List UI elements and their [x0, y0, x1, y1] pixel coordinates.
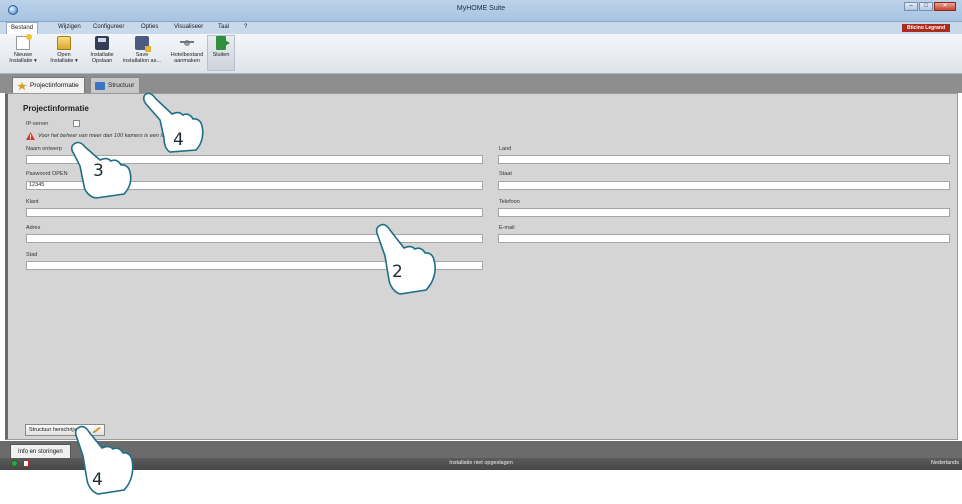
menu-opties[interactable]: Opties: [141, 24, 158, 30]
ip-server-label: IP-server: [26, 121, 49, 127]
exit-icon: [216, 36, 230, 50]
hotel-file-icon: [180, 36, 194, 50]
callout-hand-icon: [74, 425, 134, 495]
land-input[interactable]: [498, 155, 950, 164]
open-installation-button[interactable]: Open Installatie ▾: [44, 36, 84, 64]
label-telefoon: Telefoon: [499, 199, 520, 205]
star-icon: [17, 82, 27, 90]
label-klant: Klant: [26, 199, 39, 205]
section-title: Projectinformatie: [23, 104, 89, 113]
brand-logo: Bticino Legrand: [902, 24, 950, 32]
language-indicator: Nederlands: [930, 460, 959, 466]
status-bar: Installatie niet opgeslagen Nederlands: [0, 458, 962, 470]
save-as-button[interactable]: Save installation as...: [118, 36, 166, 64]
label-paswoord-open: Paswoord OPEN: [26, 171, 68, 177]
save-as-icon: [135, 36, 151, 52]
ribbon-toolbar: Nieuwe Installatie ▾ Open Installatie ▾ …: [0, 34, 962, 74]
callout-hand-icon: [375, 223, 436, 295]
label-adres: Adres: [26, 225, 41, 231]
window-title: MyHOME Suite: [456, 5, 506, 12]
tab-info-en-storingen[interactable]: Info en storingen: [10, 444, 71, 458]
label-stad: Stad: [26, 252, 38, 258]
new-installation-button[interactable]: Nieuwe Installatie ▾: [4, 34, 42, 64]
label-email: E-mail: [499, 225, 515, 231]
structure-icon: [95, 82, 105, 90]
tab-projectinformatie[interactable]: Projectinformatie: [12, 77, 85, 93]
maximize-button[interactable]: □: [919, 2, 933, 11]
menu-bestand[interactable]: Bestand: [6, 22, 39, 34]
close-button[interactable]: ✕: [934, 2, 956, 11]
callout-number: 3: [93, 161, 104, 181]
menu-visualiseer[interactable]: Visualiseer: [174, 24, 203, 30]
label-naam-ontwerp: Naam ontwerp: [26, 146, 62, 152]
open-folder-icon: [57, 36, 71, 50]
klant-input[interactable]: [26, 208, 483, 217]
menu-taal[interactable]: Taal: [218, 24, 229, 30]
exit-button[interactable]: Sluiten: [207, 36, 235, 58]
tab-structuur[interactable]: Structuur: [90, 77, 141, 93]
title-bar: MyHOME Suite – □ ✕: [0, 0, 962, 22]
callout-number: 4: [92, 470, 103, 490]
warning-icon: [26, 132, 35, 140]
callout-number: 4: [173, 130, 184, 150]
label-staat: Staat: [499, 171, 512, 177]
menu-help[interactable]: ?: [244, 24, 247, 30]
save-icon: [95, 36, 109, 50]
ip-server-checkbox[interactable]: [73, 120, 80, 127]
menu-bar: Bestand Wijzigen Configureer Opties Visu…: [0, 22, 962, 34]
minimize-button[interactable]: –: [904, 2, 918, 11]
menu-configureer[interactable]: Configureer: [93, 24, 124, 30]
staat-input[interactable]: [498, 181, 950, 190]
new-document-icon: [16, 34, 32, 50]
menu-wijzigen[interactable]: Wijzigen: [58, 24, 81, 30]
callout-hand-icon: [70, 141, 132, 199]
window-controls: – □ ✕: [904, 2, 956, 11]
info-bar: Info en storingen: [0, 441, 962, 458]
email-input[interactable]: [498, 234, 950, 243]
callout-number: 2: [392, 262, 403, 282]
hotel-file-button[interactable]: Hotelbestand aanmaken: [168, 36, 206, 64]
save-installation-button[interactable]: Installatie Opslaan: [86, 36, 118, 64]
label-land: Land: [499, 146, 512, 152]
telefoon-input[interactable]: [498, 208, 950, 217]
status-message: Installatie niet opgeslagen: [449, 460, 513, 466]
